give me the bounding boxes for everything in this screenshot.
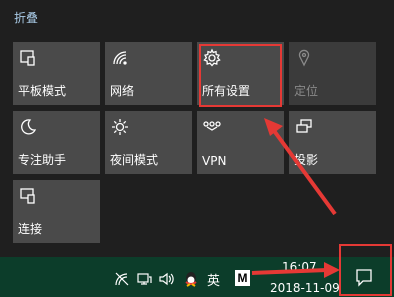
tile-location[interactable]: 定位 — [289, 42, 376, 105]
collapse-link[interactable]: 折叠 — [14, 9, 38, 26]
network-tray-icon[interactable] — [114, 271, 130, 287]
clock-date[interactable]: 2018-11-09 — [270, 281, 340, 295]
tile-tablet-mode[interactable]: 平板模式 — [13, 42, 100, 105]
tile-label: 夜间模式 — [110, 153, 159, 167]
tile-project[interactable]: 投影 — [289, 111, 376, 174]
brightness-icon — [110, 117, 130, 137]
settings-highlight-box — [199, 44, 282, 107]
connect-icon — [18, 186, 38, 206]
tile-label: 定位 — [294, 84, 319, 98]
location-icon — [294, 48, 314, 68]
tile-network[interactable]: 网络 — [105, 42, 192, 105]
tile-connect[interactable]: 连接 — [13, 180, 100, 243]
tile-night-light[interactable]: 夜间模式 — [105, 111, 192, 174]
vpn-icon — [202, 117, 222, 137]
tile-label: 投影 — [294, 153, 319, 167]
tile-label: 专注助手 — [18, 153, 67, 167]
tile-vpn[interactable]: VPN — [197, 111, 284, 174]
qq-tray-icon[interactable] — [183, 271, 199, 287]
tablet-mode-icon — [18, 48, 38, 68]
tile-label: 连接 — [18, 222, 43, 236]
tile-label: 平板模式 — [18, 84, 67, 98]
network-icon — [110, 48, 130, 68]
clock-time[interactable]: 16:07 — [282, 260, 317, 274]
volume-tray-icon[interactable] — [158, 271, 176, 287]
tile-focus-assist[interactable]: 专注助手 — [13, 111, 100, 174]
tile-label: 网络 — [110, 84, 135, 98]
tile-label: VPN — [202, 154, 227, 168]
action-center-highlight-box — [339, 244, 392, 296]
project-icon — [294, 117, 314, 137]
moon-icon — [18, 117, 38, 137]
monitor-tray-icon[interactable] — [136, 271, 152, 287]
m-tray-icon[interactable]: M — [235, 270, 250, 286]
ime-indicator[interactable]: 英 — [207, 270, 220, 289]
